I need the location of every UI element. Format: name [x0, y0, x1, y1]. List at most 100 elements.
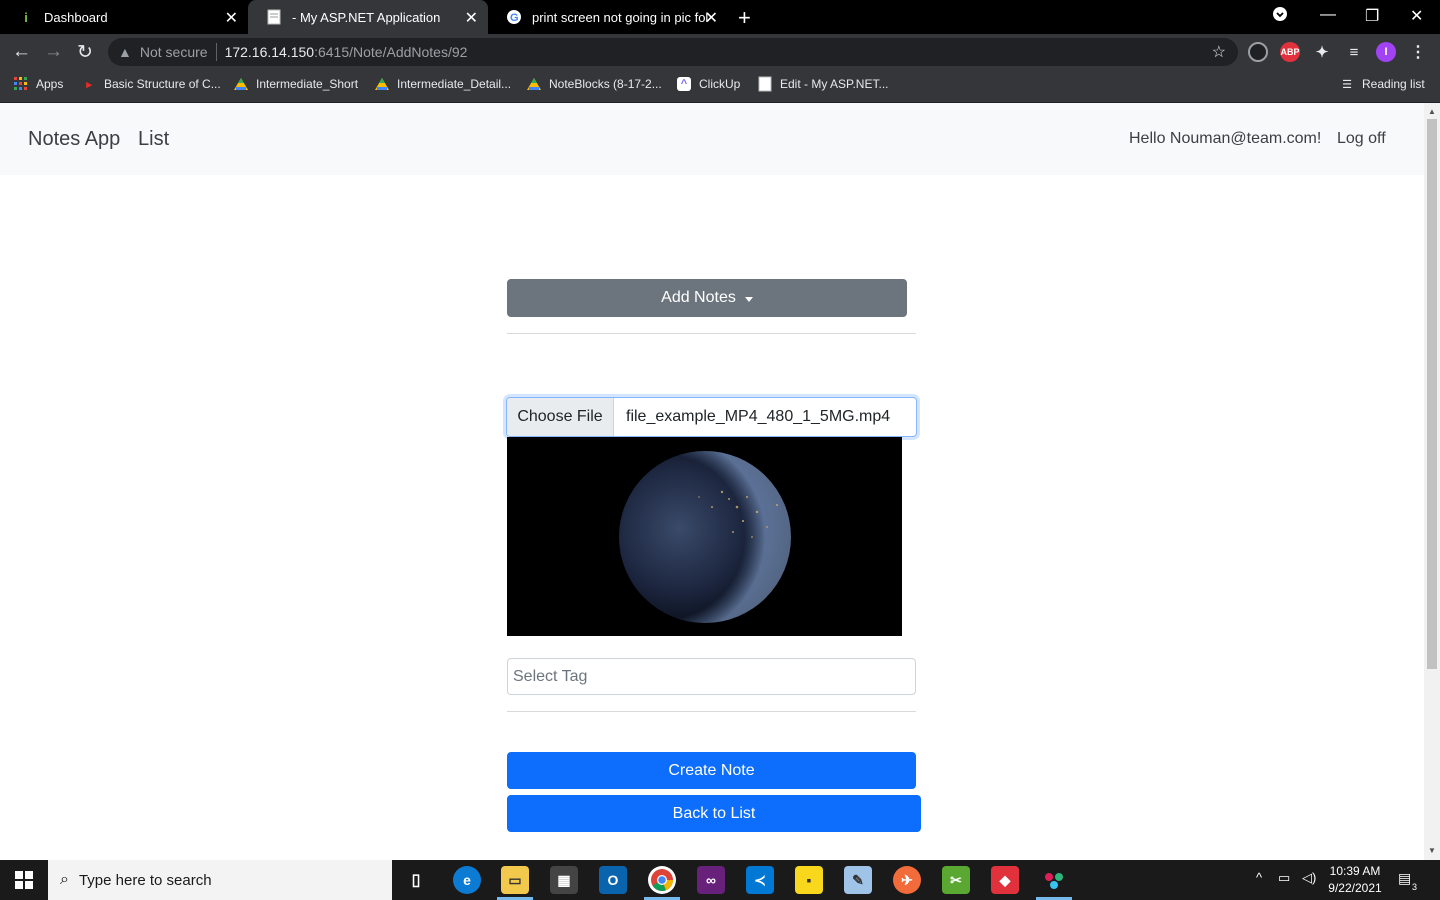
user-greeting[interactable]: Hello Nouman@team.com!: [1129, 130, 1321, 148]
windows-taskbar: ⌕ Type here to search ▯ e ▭ ▦ O ∞ ≺ ▪ ✎ …: [0, 860, 1440, 900]
warning-icon: ▲: [118, 44, 132, 60]
bookmark-noteblocks[interactable]: NoteBlocks (8-17-2...: [527, 77, 662, 91]
logoff-link[interactable]: Log off: [1337, 130, 1386, 148]
bookmark-basic-structure[interactable]: ▸ Basic Structure of C...: [82, 77, 221, 91]
apps-grid-icon: [14, 77, 28, 91]
restore-icon[interactable]: ❐: [1365, 6, 1379, 26]
adblock-icon[interactable]: ABP: [1280, 42, 1300, 62]
close-icon[interactable]: ✕: [705, 8, 718, 28]
security-label: Not secure: [139, 44, 208, 60]
bookmark-label: Edit - My ASP.NET...: [780, 77, 889, 91]
snip-tool-icon[interactable]: ✂: [942, 866, 970, 894]
media-control-icon[interactable]: ≡: [1344, 42, 1364, 62]
reading-list[interactable]: ☰ Reading list: [1340, 77, 1425, 91]
postman-icon[interactable]: ✈: [893, 866, 921, 894]
choose-file-button[interactable]: Choose File: [507, 398, 614, 436]
scrollbar-thumb[interactable]: [1427, 119, 1437, 669]
bookmark-clickup[interactable]: ^ ClickUp: [677, 77, 740, 91]
drive-icon: [375, 77, 389, 91]
tab-title: Dashboard: [44, 9, 108, 25]
drive-icon: [527, 77, 541, 91]
close-icon[interactable]: ✕: [465, 8, 478, 28]
notifications-icon[interactable]: ▤: [1398, 870, 1411, 887]
taskbar-clock[interactable]: 10:39 AM 9/22/2021: [1326, 863, 1384, 897]
reading-list-label: Reading list: [1362, 77, 1425, 91]
google-icon: G: [506, 9, 522, 25]
clock-date: 9/22/2021: [1328, 881, 1382, 895]
url-host: 172.16.14.150: [224, 44, 315, 60]
add-notes-label: Add Notes: [661, 289, 736, 306]
close-icon[interactable]: ✕: [225, 8, 238, 28]
clickup-icon: ^: [677, 77, 691, 91]
taskbar-search[interactable]: ⌕ Type here to search: [48, 860, 392, 900]
store-icon[interactable]: ▦: [550, 866, 578, 894]
video-preview[interactable]: [507, 437, 902, 636]
document-icon: [758, 76, 772, 92]
info-icon: i: [24, 9, 28, 25]
bookmark-intermediate-short[interactable]: Intermediate_Short: [234, 77, 358, 91]
scroll-up-icon[interactable]: ▲: [1428, 107, 1436, 116]
nav-list-link[interactable]: List: [138, 128, 169, 151]
bookmark-apps[interactable]: Apps: [14, 77, 63, 91]
search-icon: ⌕: [60, 871, 69, 888]
create-note-button[interactable]: Create Note: [507, 752, 916, 789]
profile-avatar[interactable]: I: [1376, 42, 1396, 62]
forward-icon[interactable]: →: [44, 41, 63, 63]
back-icon[interactable]: ←: [12, 41, 31, 63]
reading-list-icon: ☰: [1342, 78, 1352, 91]
tab-dashboard[interactable]: i Dashboard ✕: [0, 0, 248, 34]
bookmark-intermediate-detail[interactable]: Intermediate_Detail...: [375, 77, 511, 91]
caret-down-icon: [744, 296, 753, 302]
file-explorer-icon[interactable]: ▭: [501, 866, 529, 894]
network-icon[interactable]: ▭: [1278, 870, 1290, 886]
volume-icon[interactable]: ◁): [1302, 870, 1316, 886]
url-path: :6415/Note/AddNotes/92: [314, 44, 468, 60]
tab-asp-net[interactable]: - My ASP.NET Application ✕: [248, 0, 488, 34]
extension-globe-icon[interactable]: [1248, 42, 1268, 62]
bookmark-label: ClickUp: [699, 77, 741, 91]
back-to-list-button[interactable]: Back to List: [507, 795, 921, 832]
visual-studio-icon[interactable]: ∞: [697, 866, 725, 894]
bookmark-label: Apps: [36, 77, 64, 91]
task-view-icon[interactable]: ▯: [402, 866, 430, 894]
page-scrollbar[interactable]: ▲ ▼: [1424, 103, 1440, 860]
edge-icon[interactable]: e: [453, 866, 481, 894]
tray-chevron-icon[interactable]: ^: [1256, 870, 1262, 885]
scroll-down-icon[interactable]: ▼: [1428, 846, 1436, 855]
menu-kebab-icon[interactable]: ⋮: [1408, 42, 1428, 62]
svg-text:G: G: [510, 12, 519, 24]
notepad-icon[interactable]: ✎: [844, 866, 872, 894]
bookmark-label: Basic Structure of C...: [104, 77, 221, 91]
new-tab-icon[interactable]: +: [738, 5, 751, 31]
tab-search-icon[interactable]: [1272, 6, 1288, 27]
bookmark-label: NoteBlocks (8-17-2...: [549, 77, 662, 91]
address-bar[interactable]: ▲ Not secure 172.16.14.150:6415/Note/Add…: [108, 38, 1238, 66]
outlook-icon[interactable]: O: [599, 866, 627, 894]
git-icon[interactable]: ◆: [991, 866, 1019, 894]
sticky-notes-icon[interactable]: ▪: [795, 866, 823, 894]
tab-google-search[interactable]: G print screen not going in pic fold ✕: [488, 0, 728, 34]
bookmark-edit-asp[interactable]: Edit - My ASP.NET...: [758, 76, 889, 92]
file-input[interactable]: Choose File file_example_MP4_480_1_5MG.m…: [506, 397, 917, 437]
slack-like-icon[interactable]: [1040, 866, 1068, 894]
windows-start-icon[interactable]: [0, 860, 48, 900]
drive-icon: [234, 77, 248, 91]
bookmark-label: Intermediate_Detail...: [397, 77, 512, 91]
window-close-icon[interactable]: ✕: [1410, 6, 1423, 26]
vscode-icon[interactable]: ≺: [746, 866, 774, 894]
tab-title: print screen not going in pic fold: [532, 9, 708, 25]
earth-image: [507, 437, 902, 636]
taskbar-search-placeholder: Type here to search: [78, 871, 212, 889]
document-icon: [266, 9, 282, 25]
bookmark-star-icon[interactable]: ☆: [1212, 42, 1226, 62]
chrome-icon[interactable]: [648, 866, 676, 894]
tab-title: - My ASP.NET Application: [292, 9, 441, 25]
puzzle-icon[interactable]: ✦: [1312, 42, 1332, 62]
reload-icon[interactable]: ↻: [77, 41, 93, 64]
browser-toolbar: ← → ↻ ▲ Not secure 172.16.14.150:6415/No…: [0, 34, 1440, 70]
minimize-icon[interactable]: —: [1320, 6, 1336, 24]
app-brand[interactable]: Notes App: [28, 128, 120, 151]
add-notes-dropdown[interactable]: Add Notes: [507, 279, 907, 317]
select-tag-input[interactable]: [507, 658, 916, 695]
notification-count: 3: [1412, 882, 1418, 892]
